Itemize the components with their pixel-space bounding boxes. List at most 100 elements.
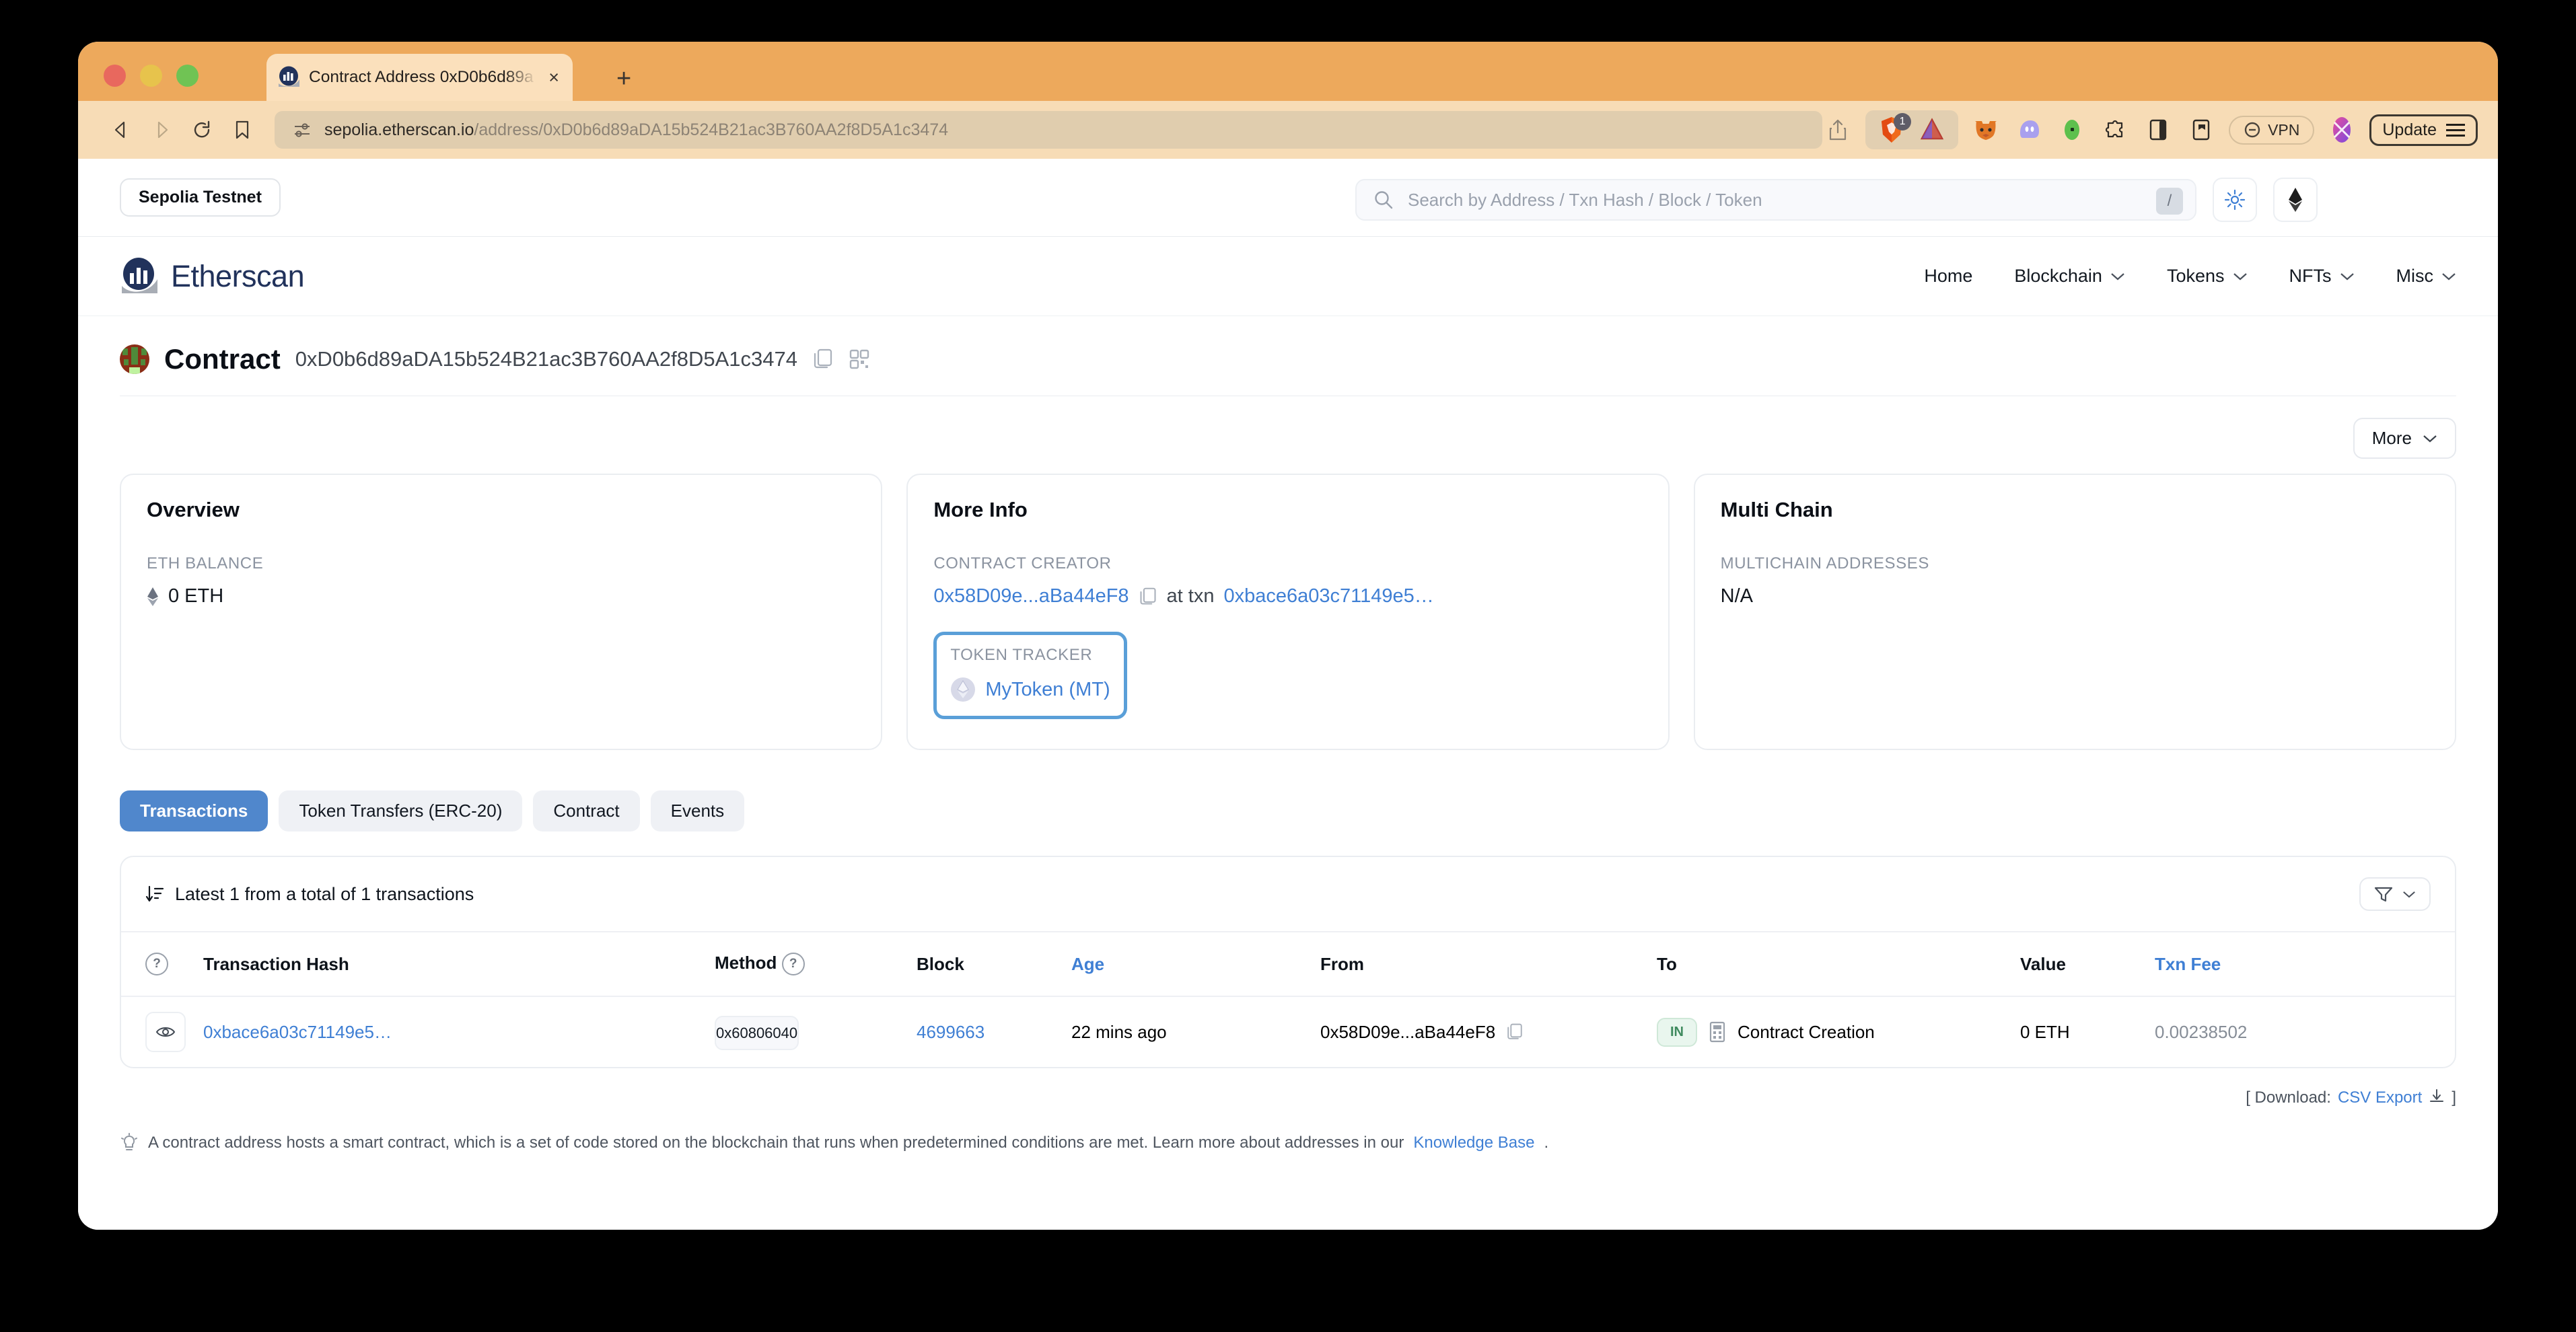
tab-token-transfers[interactable]: Token Transfers (ERC-20): [279, 790, 523, 831]
filter-button[interactable]: [2359, 877, 2431, 911]
toolbar-extensions: 1 VPN Update: [1822, 101, 2478, 159]
transactions-summary-row: Latest 1 from a total of 1 transactions: [145, 884, 474, 905]
at-txn-text: at txn: [1166, 585, 1215, 607]
update-button[interactable]: Update: [2369, 114, 2478, 146]
phantom-wallet-icon[interactable]: [2013, 114, 2044, 145]
page-content: Sepolia Testnet Search by Address / Txn …: [78, 159, 2498, 1230]
minimize-window-button[interactable]: [140, 65, 162, 87]
token-tracker-label: TOKEN TRACKER: [950, 646, 1093, 664]
forward-button[interactable]: [144, 112, 179, 147]
main-content: Contract 0xD0b6d89aDA15b524B21ac3B760AA2…: [78, 316, 2498, 1173]
etherscan-logo[interactable]: Etherscan: [120, 257, 305, 296]
more-info-title: More Info: [933, 498, 1028, 521]
download-icon[interactable]: [2429, 1088, 2445, 1107]
copy-icon[interactable]: [1506, 1023, 1524, 1041]
help-icon[interactable]: ?: [781, 953, 805, 976]
browser-tab[interactable]: Contract Address 0xD0b6d89a ×: [266, 54, 573, 101]
new-tab-button[interactable]: +: [616, 66, 631, 91]
brave-shields-icon[interactable]: 1: [1876, 113, 1912, 145]
url-bar[interactable]: sepolia.etherscan.io/address/0xD0b6d89aD…: [275, 111, 1822, 149]
eye-icon[interactable]: [145, 1012, 186, 1052]
back-button[interactable]: [104, 112, 139, 147]
nav-label-misc: Misc: [2396, 266, 2434, 286]
column-value: Value: [2020, 953, 2066, 974]
copy-icon[interactable]: [1139, 587, 1157, 607]
eth-balance-value: 0 ETH: [168, 585, 224, 607]
search-shortcut-key: /: [2156, 188, 2183, 215]
browser-tab-title: Contract Address 0xD0b6d89a: [309, 68, 534, 86]
tab-transactions[interactable]: Transactions: [120, 790, 269, 831]
nav-item-tokens[interactable]: Tokens: [2167, 266, 2248, 287]
tab-contract[interactable]: Contract: [533, 790, 640, 831]
contract-creator-label: CONTRACT CREATOR: [933, 554, 1112, 572]
ethereum-icon: [2289, 188, 2302, 212]
row-transaction-hash[interactable]: 0xbace6a03c71149e5…: [203, 1022, 715, 1043]
creation-txn-link[interactable]: 0xbace6a03c71149e5…: [1223, 585, 1433, 607]
profile-avatar-icon[interactable]: [2326, 114, 2357, 145]
site-settings-icon[interactable]: [292, 120, 312, 140]
row-from-address[interactable]: 0x58D09e...aBa44eF8: [1320, 1022, 1495, 1043]
etherscan-logo-icon: [120, 257, 159, 296]
row-age: 22 mins ago: [1071, 1021, 1167, 1042]
row-method[interactable]: 0x60806040: [715, 1015, 799, 1050]
vpn-button[interactable]: VPN: [2229, 115, 2315, 145]
row-to-cell: IN Contract Creation: [1657, 1017, 2020, 1047]
more-button[interactable]: More: [2353, 418, 2456, 459]
row-block[interactable]: 4699663: [917, 1022, 1071, 1043]
column-txn-fee[interactable]: Txn Fee: [2155, 954, 2323, 975]
close-window-button[interactable]: [104, 65, 126, 87]
summary-cards: Overview ETH BALANCE 0 ETH More Info CON…: [120, 474, 2456, 773]
column-from: From: [1320, 953, 1364, 974]
download-row: [ Download: CSV Export ]: [120, 1068, 2456, 1107]
search-icon: [1373, 189, 1394, 211]
transactions-panel: Latest 1 from a total of 1 transactions …: [120, 856, 2456, 1068]
chevron-down-icon: [2110, 272, 2125, 281]
reading-list-icon[interactable]: [2186, 114, 2217, 145]
search-input[interactable]: Search by Address / Txn Hash / Block / T…: [1355, 179, 2196, 221]
overview-card: Overview ETH BALANCE 0 ETH: [120, 474, 883, 750]
sort-descending-icon: [145, 885, 164, 903]
maximize-window-button[interactable]: [176, 65, 199, 87]
nav-item-nfts[interactable]: NFTs: [2289, 266, 2355, 287]
row-value: 0 ETH: [2020, 1021, 2070, 1042]
close-tab-button[interactable]: ×: [546, 68, 562, 87]
network-selector[interactable]: Sepolia Testnet: [120, 178, 281, 217]
token-name-link[interactable]: MyToken (MT): [985, 679, 1110, 701]
copy-icon[interactable]: [812, 348, 834, 371]
tab-events[interactable]: Events: [650, 790, 745, 831]
shields-blocked-count: 1: [1894, 113, 1912, 131]
green-extension-icon[interactable]: [2056, 114, 2087, 145]
reload-button[interactable]: [184, 112, 219, 147]
chevron-down-icon: [2441, 272, 2456, 281]
nav-item-misc[interactable]: Misc: [2396, 266, 2457, 287]
nav-label-home: Home: [1924, 266, 1973, 286]
share-icon[interactable]: [1822, 114, 1853, 145]
url-text: sepolia.etherscan.io/address/0xD0b6d89aD…: [324, 120, 948, 140]
bookmark-icon[interactable]: [225, 112, 260, 147]
qr-code-icon[interactable]: [849, 348, 870, 370]
nav-item-home[interactable]: Home: [1924, 266, 1972, 287]
browser-toolbar: sepolia.etherscan.io/address/0xD0b6d89aD…: [78, 101, 2498, 159]
token-tracker-highlight[interactable]: TOKEN TRACKER MyToken (MT): [933, 632, 1127, 719]
puzzle-extension-icon[interactable]: [2100, 114, 2131, 145]
url-path: /address/0xD0b6d89aDA15b524B21ac3B760AA2…: [474, 120, 949, 139]
row-method-cell: 0x60806040: [715, 1015, 917, 1050]
csv-export-link[interactable]: CSV Export: [2338, 1088, 2422, 1107]
brand-name: Etherscan: [171, 258, 305, 293]
help-icon[interactable]: ?: [145, 953, 168, 976]
site-navbar: Etherscan Home Blockchain Tokens NFTs Mi…: [78, 237, 2498, 316]
ethereum-icon: [147, 587, 159, 607]
eth-price-button[interactable]: [2273, 178, 2318, 222]
site-topbar: Sepolia Testnet Search by Address / Txn …: [78, 159, 2498, 237]
browser-menu-icon[interactable]: [2446, 123, 2465, 137]
nav-item-blockchain[interactable]: Blockchain: [2014, 266, 2125, 287]
row-preview-cell: [145, 1012, 203, 1052]
brave-rewards-icon[interactable]: [1917, 114, 1947, 145]
row-txn-fee: 0.00238502: [2155, 1021, 2248, 1042]
knowledge-base-link[interactable]: Knowledge Base: [1413, 1134, 1534, 1152]
sidebar-toggle-icon[interactable]: [2143, 114, 2174, 145]
creator-address-link[interactable]: 0x58D09e...aBa44eF8: [933, 585, 1129, 607]
column-age[interactable]: Age: [1071, 954, 1320, 975]
theme-toggle-button[interactable]: [2213, 178, 2257, 222]
metamask-extension-icon[interactable]: [1970, 114, 2001, 145]
